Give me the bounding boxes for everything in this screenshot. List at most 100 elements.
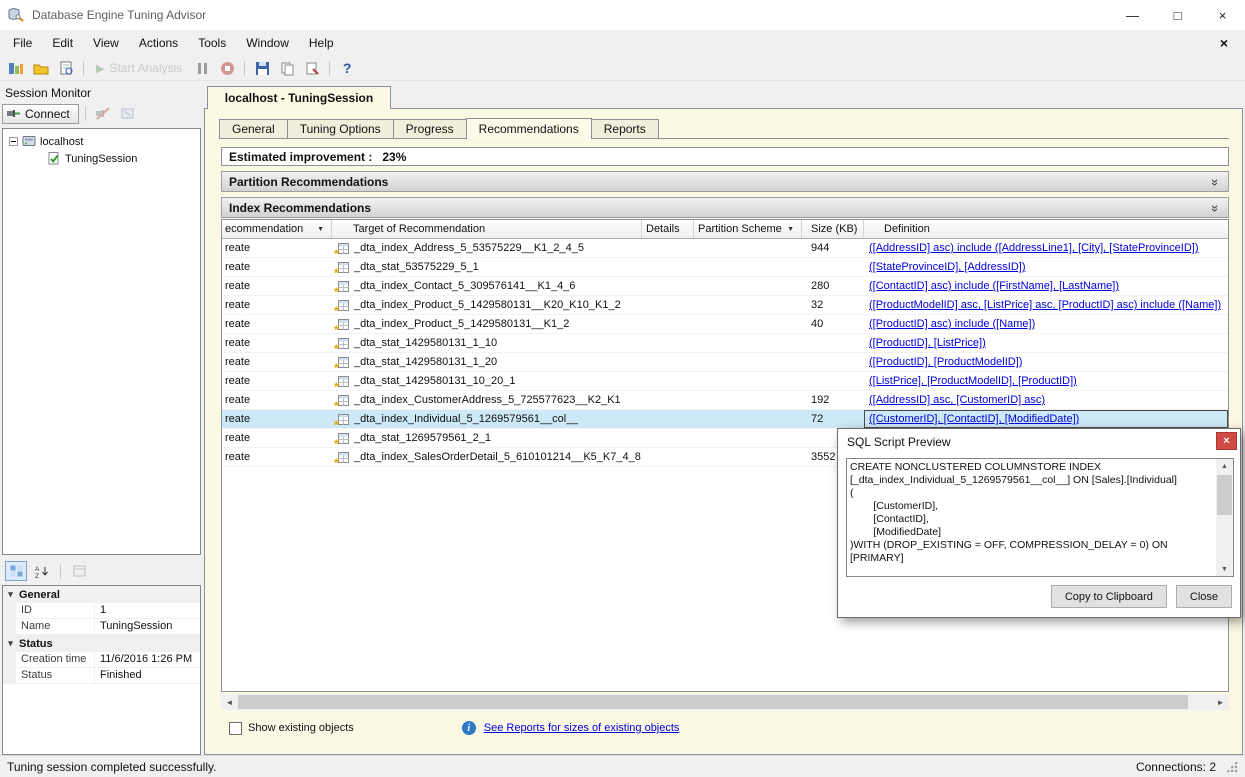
sql-script-preview-dialog: SQL Script Preview × CREATE NONCLUSTERED… <box>837 428 1241 618</box>
index-recommendations-header[interactable]: Index Recommendations » <box>221 197 1229 218</box>
menu-edit[interactable]: Edit <box>42 32 83 54</box>
export-icon[interactable] <box>301 58 323 79</box>
definition-link[interactable]: ([ContactID] asc) include ([FirstName], … <box>869 280 1119 292</box>
property-category-status[interactable]: ▾ Status <box>3 635 200 652</box>
menu-view[interactable]: View <box>83 32 129 54</box>
tree-node-tuning-session[interactable]: TuningSession <box>3 150 200 167</box>
disconnect-icon[interactable] <box>92 103 114 124</box>
close-button[interactable]: × <box>1200 0 1245 30</box>
new-session-icon[interactable] <box>5 58 27 79</box>
scroll-right-icon[interactable]: ► <box>1212 694 1229 710</box>
definition-link[interactable]: ([StateProvinceID], [AddressID]) <box>869 261 1026 273</box>
table-row[interactable]: reate * _dta_index_Product_5_1429580131_… <box>222 315 1228 334</box>
tab-reports[interactable]: Reports <box>591 119 659 138</box>
property-category-general[interactable]: ▾ General <box>3 586 200 603</box>
table-row[interactable]: reate * _dta_stat_1429580131_10_20_1 ([L… <box>222 372 1228 391</box>
collapse-box-icon[interactable] <box>9 137 18 146</box>
copy-to-clipboard-button[interactable]: Copy to Clipboard <box>1051 585 1167 608</box>
see-reports-link[interactable]: See Reports for sizes of existing object… <box>484 722 680 734</box>
collapse-chevron-icon[interactable]: » <box>1208 205 1223 212</box>
tab-general[interactable]: General <box>219 119 288 138</box>
definition-link[interactable]: ([ProductID], [ProductModelID]) <box>869 356 1022 368</box>
start-analysis-button[interactable]: ▶ Start Analysis <box>90 61 188 75</box>
scroll-down-icon[interactable]: ▼ <box>1216 562 1233 576</box>
table-row[interactable]: reate * _dta_stat_53575229_5_1 ([StatePr… <box>222 258 1228 277</box>
stop-icon[interactable] <box>216 58 238 79</box>
star-icon: * <box>334 247 339 261</box>
gutter <box>3 668 16 683</box>
menu-window[interactable]: Window <box>236 32 299 54</box>
tab-progress[interactable]: Progress <box>393 119 467 138</box>
column-partition-scheme[interactable]: Partition Scheme ▼ <box>694 220 802 238</box>
tree-node-localhost[interactable]: localhost <box>3 133 200 150</box>
table-row[interactable]: reate * _dta_index_Address_5_53575229__K… <box>222 239 1228 258</box>
document-close-icon[interactable]: × <box>1206 35 1242 51</box>
show-existing-checkbox[interactable] <box>229 722 242 735</box>
dialog-close-icon[interactable]: × <box>1216 432 1237 450</box>
alphabetical-sort-icon[interactable]: AZ <box>31 561 53 581</box>
scroll-left-icon[interactable]: ◄ <box>221 694 238 710</box>
property-pages-icon[interactable] <box>68 561 90 581</box>
collapse-chevron-icon[interactable]: » <box>1208 179 1223 186</box>
definition-link[interactable]: ([ProductModelID] asc, [ListPrice] asc, … <box>869 299 1221 311</box>
horizontal-scrollbar[interactable]: ◄ ► <box>221 694 1229 710</box>
column-recommendation[interactable]: ecommendation ▼ <box>222 220 332 238</box>
definition-link[interactable]: ([ListPrice], [ProductModelID], [Product… <box>869 375 1077 387</box>
save-icon[interactable] <box>251 58 273 79</box>
star-icon: * <box>334 418 339 432</box>
table-row[interactable]: reate * _dta_index_Individual_5_12695795… <box>222 410 1228 429</box>
open-session-icon[interactable] <box>30 58 52 79</box>
scrollbar-thumb[interactable] <box>238 695 1188 709</box>
property-row-id[interactable]: ID 1 <box>3 603 200 619</box>
table-row[interactable]: reate * _dta_stat_1429580131_1_10 ([Prod… <box>222 334 1228 353</box>
definition-link[interactable]: ([AddressID] asc, [CustomerID] asc) <box>869 394 1045 406</box>
minimize-button[interactable]: — <box>1110 0 1155 30</box>
property-key: Name <box>16 619 95 634</box>
definition-link[interactable]: ([ProductID] asc) include ([Name]) <box>869 318 1035 330</box>
table-row[interactable]: reate * _dta_index_Product_5_1429580131_… <box>222 296 1228 315</box>
index-icon: * <box>337 394 350 407</box>
definition-link[interactable]: ([AddressID] asc) include ([AddressLine1… <box>869 242 1199 254</box>
scrollbar-thumb[interactable] <box>1217 475 1232 515</box>
connect-toolbar: Connect <box>2 102 139 125</box>
menu-actions[interactable]: Actions <box>129 32 188 54</box>
help-icon[interactable]: ? <box>336 58 358 79</box>
categorized-view-icon[interactable] <box>5 561 27 581</box>
window-title: Database Engine Tuning Advisor <box>32 8 206 22</box>
definition-link[interactable]: ([CustomerID], [ContactID], [ModifiedDat… <box>869 413 1079 425</box>
tab-recommendations[interactable]: Recommendations <box>466 118 592 139</box>
filter-dropdown-icon[interactable]: ▼ <box>317 226 324 233</box>
connect-button[interactable]: Connect <box>2 104 79 124</box>
session-icon <box>47 152 61 165</box>
menu-tools[interactable]: Tools <box>188 32 236 54</box>
table-row[interactable]: reate * _dta_index_CustomerAddress_5_725… <box>222 391 1228 410</box>
table-row[interactable]: reate * _dta_stat_1429580131_1_20 ([Prod… <box>222 353 1228 372</box>
property-row-name[interactable]: Name TuningSession <box>3 619 200 635</box>
column-definition[interactable]: Definition <box>864 220 1228 238</box>
menu-help[interactable]: Help <box>299 32 344 54</box>
recommendation-cell: reate <box>222 451 332 463</box>
table-row[interactable]: reate * _dta_index_Contact_5_309576141__… <box>222 277 1228 296</box>
property-row-status[interactable]: Status Finished <box>3 668 200 684</box>
pause-icon[interactable] <box>191 58 213 79</box>
resize-grip-icon[interactable] <box>1225 760 1238 773</box>
delete-session-icon[interactable] <box>117 103 139 124</box>
sql-preview-box: CREATE NONCLUSTERED COLUMNSTORE INDEX [_… <box>846 458 1234 577</box>
copy-icon[interactable] <box>276 58 298 79</box>
partition-recommendations-header[interactable]: Partition Recommendations » <box>221 171 1229 192</box>
import-workload-icon[interactable] <box>55 58 77 79</box>
document-tab[interactable]: localhost - TuningSession <box>207 86 391 109</box>
vertical-scrollbar[interactable]: ▲ ▼ <box>1216 459 1233 576</box>
tab-tuning-options[interactable]: Tuning Options <box>287 119 394 138</box>
column-size[interactable]: Size (KB) <box>802 220 864 238</box>
menu-file[interactable]: File <box>3 32 42 54</box>
column-details[interactable]: Details <box>642 220 694 238</box>
column-target[interactable]: Target of Recommendation <box>332 220 642 238</box>
filter-dropdown-icon[interactable]: ▼ <box>787 226 794 233</box>
scroll-up-icon[interactable]: ▲ <box>1216 459 1233 473</box>
recommendation-cell: reate <box>222 432 332 444</box>
property-row-creation-time[interactable]: Creation time 11/6/2016 1:26 PM <box>3 652 200 668</box>
maximize-button[interactable]: □ <box>1155 0 1200 30</box>
dialog-close-button[interactable]: Close <box>1176 585 1232 608</box>
definition-link[interactable]: ([ProductID], [ListPrice]) <box>869 337 986 349</box>
